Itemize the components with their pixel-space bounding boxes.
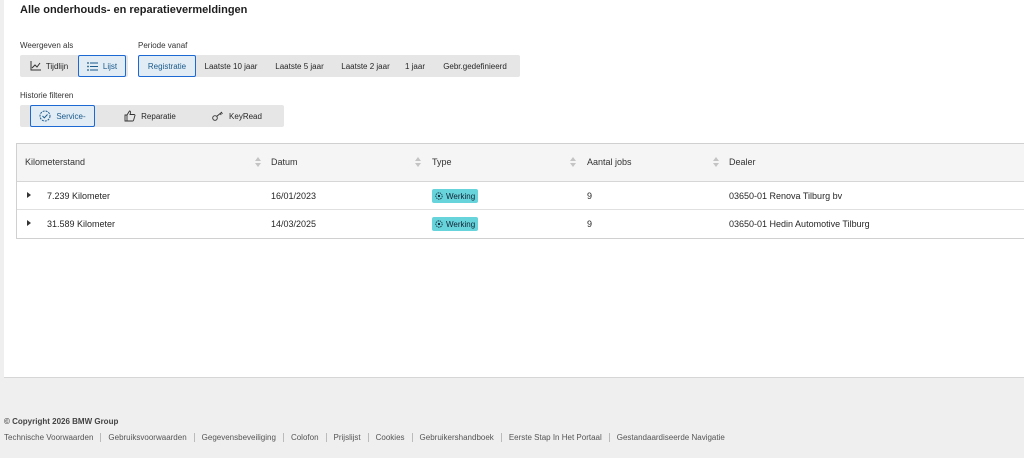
footer-link-eerste-stap[interactable]: Eerste Stap In Het Portaal (500, 433, 609, 442)
cell-datum: 14/03/2025 (271, 219, 317, 229)
key-icon (212, 111, 224, 121)
footer-link-gegevensbeveiliging[interactable]: Gegevensbeveiliging (193, 433, 283, 442)
footer-link-gebruikershandboek[interactable]: Gebruikershandboek (411, 433, 501, 442)
column-header-datum[interactable]: Datum (271, 157, 298, 167)
type-badge: Werking (432, 189, 479, 203)
expand-caret-icon[interactable] (27, 220, 31, 226)
filter-label: Historie filteren (20, 91, 74, 100)
table-row[interactable]: 31.589 Kilometer 14/03/2025 Werking 9 03… (17, 210, 1024, 238)
period-option-1y[interactable]: 1 jaar (398, 55, 432, 77)
footer-link-gebruiksvoorwaarden[interactable]: Gebruiksvoorwaarden (100, 433, 193, 442)
cell-datum: 16/01/2023 (271, 191, 317, 201)
cell-dealer: 03650-01 Hedin Automotive Tilburg (729, 219, 870, 229)
column-header-dealer[interactable]: Dealer (729, 157, 756, 167)
gear-icon (435, 192, 443, 200)
gear-icon (435, 220, 443, 228)
footer-links: Technische Voorwaarden Gebruiksvoorwaard… (4, 433, 732, 442)
column-header-aantal-jobs[interactable]: Aantal jobs (587, 157, 632, 167)
cell-kilometerstand: 7.239 Kilometer (47, 191, 111, 201)
history-filter: Service- Reparatie KeyRead (20, 105, 284, 127)
list-icon (86, 61, 98, 71)
footer-link-technische-voorwaarden[interactable]: Technische Voorwaarden (4, 433, 100, 442)
view-option-label: Tijdlijn (45, 61, 69, 71)
footer-link-colofon[interactable]: Colofon (282, 433, 326, 442)
sort-icon[interactable] (255, 156, 261, 168)
filter-option-label: Service- (56, 111, 86, 121)
view-option-label: Lijst (102, 61, 118, 71)
thumbs-up-icon (124, 110, 136, 122)
period-label: Periode vanaf (138, 41, 188, 50)
chart-line-icon (30, 61, 41, 71)
history-table: Kilometerstand Datum Type Aantal jobs De… (16, 143, 1024, 239)
type-badge-label: Werking (446, 191, 476, 201)
period-toggle: Registratie Laatste 10 jaar Laatste 5 ja… (138, 55, 520, 77)
column-header-kilometerstand[interactable]: Kilometerstand (25, 157, 85, 167)
footer-link-gestandaardiseerde-navigatie[interactable]: Gestandaardiseerde Navigatie (608, 433, 732, 442)
sort-icon[interactable] (570, 156, 576, 168)
view-toggle: Tijdlijn Lijst (20, 55, 128, 77)
footer-link-prijslijst[interactable]: Prijslijst (325, 433, 368, 442)
view-option-timeline[interactable]: Tijdlijn (20, 55, 78, 77)
type-badge: Werking (432, 217, 479, 231)
type-badge-label: Werking (446, 219, 476, 229)
footer-link-cookies[interactable]: Cookies (367, 433, 412, 442)
period-option-2y[interactable]: Laatste 2 jaar (333, 55, 398, 77)
service-gear-icon (39, 110, 51, 122)
period-option-custom[interactable]: Gebr.gedefinieerd (432, 55, 518, 77)
filter-reparatie[interactable]: Reparatie (105, 105, 195, 127)
table-header: Kilometerstand Datum Type Aantal jobs De… (17, 144, 1024, 182)
sort-icon[interactable] (713, 156, 719, 168)
cell-aantal-jobs: 9 (587, 191, 593, 201)
view-option-list[interactable]: Lijst (78, 55, 126, 77)
period-option-registratie[interactable]: Registratie (138, 55, 196, 77)
period-option-5y[interactable]: Laatste 5 jaar (266, 55, 333, 77)
cell-dealer: 03650-01 Renova Tilburg bv (729, 191, 843, 201)
column-header-type[interactable]: Type (432, 157, 452, 167)
view-label: Weergeven als (20, 41, 74, 50)
period-option-10y[interactable]: Laatste 10 jaar (196, 55, 266, 77)
filter-option-label: Reparatie (141, 111, 176, 121)
filter-keyread[interactable]: KeyRead (198, 105, 276, 127)
sort-icon[interactable] (415, 156, 421, 168)
filter-service[interactable]: Service- (30, 105, 95, 127)
filter-option-label: KeyRead (229, 111, 262, 121)
cell-kilometerstand: 31.589 Kilometer (47, 219, 116, 229)
cell-aantal-jobs: 9 (587, 219, 593, 229)
page-title: Alle onderhouds- en reparatievermeldinge… (20, 4, 248, 16)
expand-caret-icon[interactable] (27, 192, 31, 198)
footer-copyright: © Copyright 2026 BMW Group (4, 417, 119, 426)
table-row[interactable]: 7.239 Kilometer 16/01/2023 Werking 9 036… (17, 182, 1024, 210)
